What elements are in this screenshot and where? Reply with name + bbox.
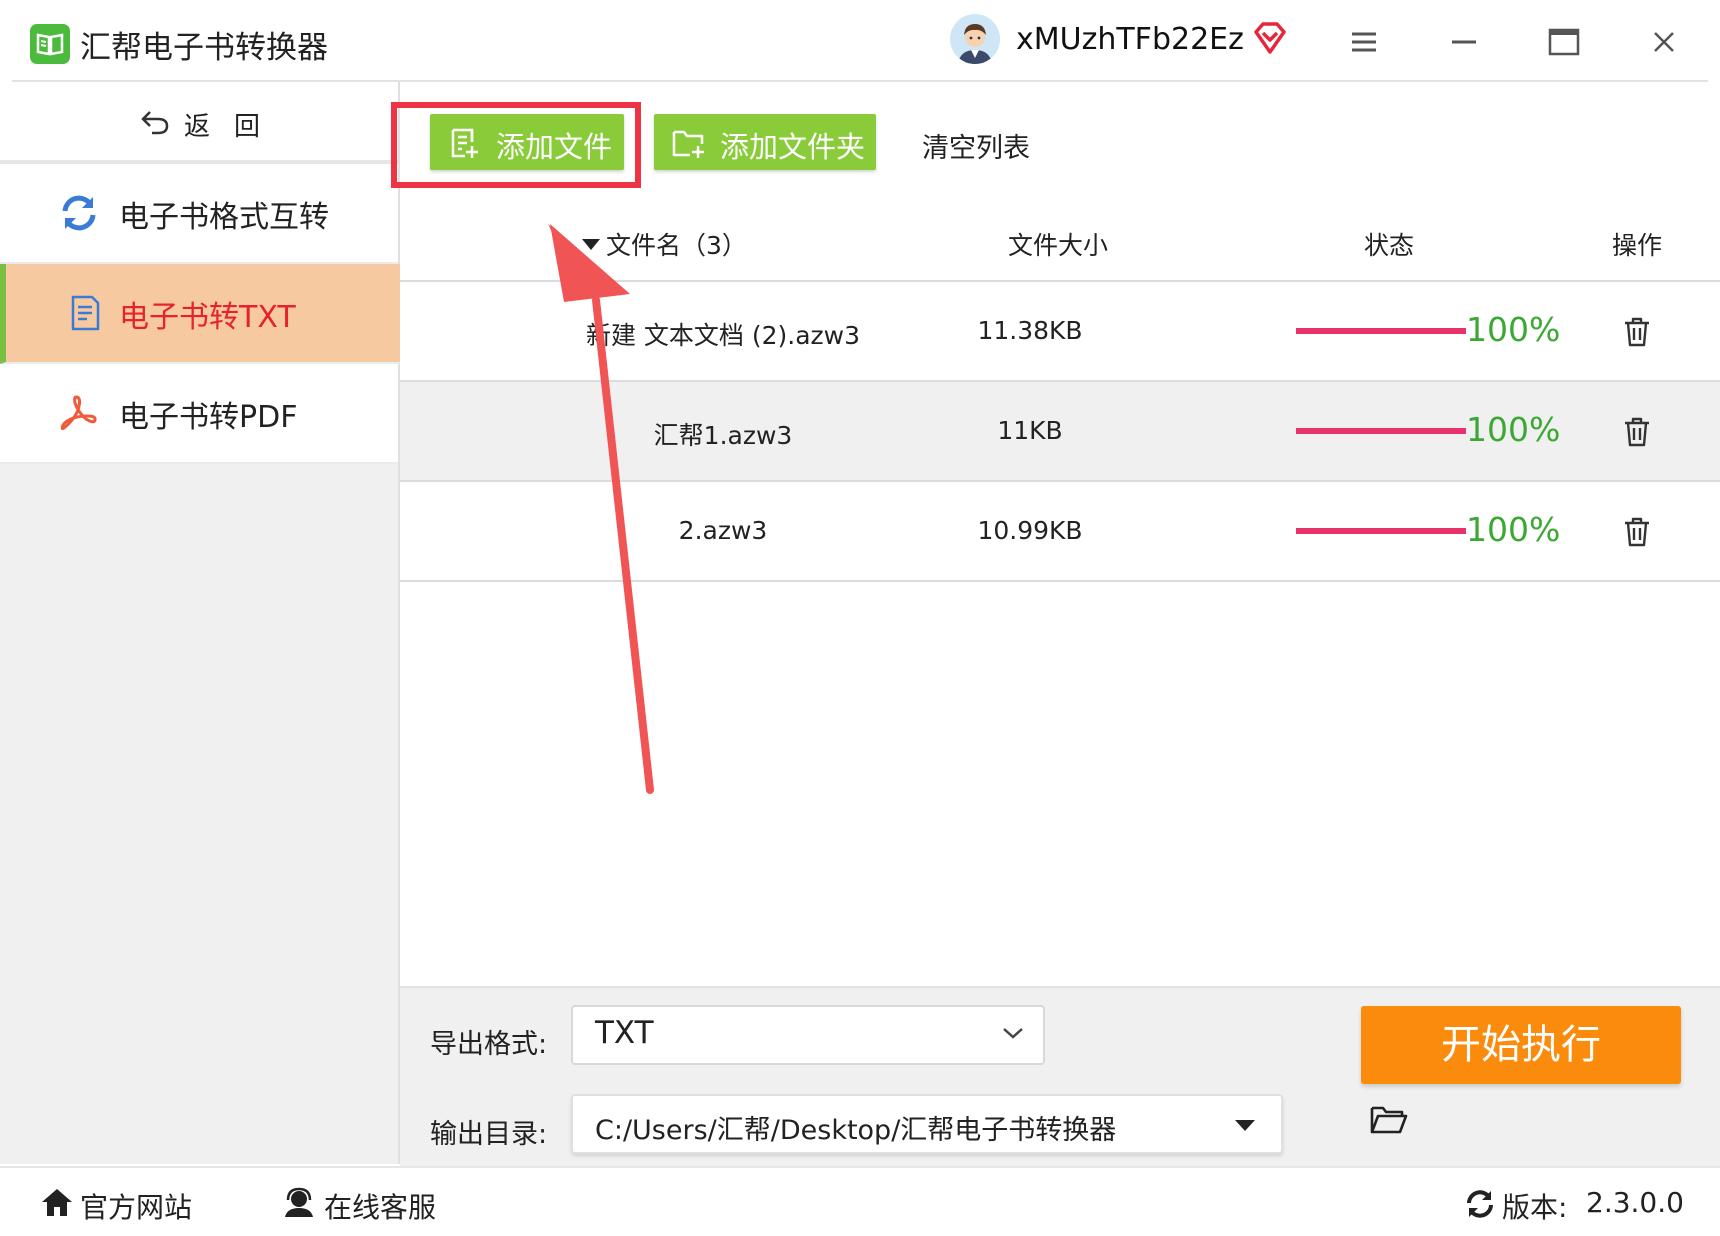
- start-button[interactable]: 开始执行: [1361, 1006, 1681, 1084]
- pdf-icon: [58, 392, 100, 434]
- open-folder-icon[interactable]: [1370, 1104, 1408, 1140]
- vip-diamond-icon[interactable]: [1252, 20, 1288, 60]
- sidebar-item-label: 电子书格式互转: [119, 200, 329, 235]
- file-size: 11KB: [997, 416, 1063, 445]
- caret-down-icon: [1235, 1120, 1255, 1131]
- table-row[interactable]: 2.azw3 10.99KB 100%: [400, 482, 1720, 582]
- add-folder-label: 添加文件夹: [720, 130, 866, 164]
- version-label: 版本:: [1502, 1191, 1568, 1224]
- username[interactable]: xMUzhTFb22Ez: [1016, 22, 1244, 57]
- app-logo-icon: [30, 24, 70, 64]
- column-header-status: 状态: [1364, 231, 1415, 260]
- annotation-highlight-box: [391, 102, 641, 188]
- app-title: 汇帮电子书转换器: [80, 30, 328, 66]
- home-icon[interactable]: [40, 1186, 74, 1222]
- refresh-icon: [58, 192, 100, 234]
- progress-bar: [1296, 328, 1466, 334]
- maximize-icon[interactable]: [1546, 24, 1582, 60]
- output-dir-value: C:/Users/汇帮/Desktop/汇帮电子书转换器: [595, 1115, 1117, 1146]
- minimize-icon[interactable]: [1446, 24, 1482, 60]
- menu-icon[interactable]: [1346, 24, 1382, 60]
- progress-percent: 100%: [1466, 410, 1561, 449]
- close-icon[interactable]: [1646, 24, 1682, 60]
- sidebar: 返回 电子书格式互转 电子书转TXT 电子书转PDF: [0, 82, 404, 1164]
- progress-bar: [1296, 528, 1466, 534]
- table-header: 文件名（3） 文件大小 状态 操作: [400, 210, 1720, 282]
- file-size: 11.38KB: [977, 316, 1083, 345]
- column-header-ops: 操作: [1612, 231, 1663, 260]
- online-service-link[interactable]: 在线客服: [324, 1186, 436, 1226]
- file-name: 新建 文本文档 (2).azw3: [585, 321, 861, 350]
- sidebar-item-ebook-to-pdf[interactable]: 电子书转PDF: [0, 364, 398, 464]
- output-settings-panel: 导出格式: TXT 输出目录: C:/Users/汇帮/Desktop/汇帮电子…: [400, 986, 1720, 1168]
- back-label: 返回: [184, 112, 285, 142]
- add-folder-button[interactable]: 添加文件夹: [654, 114, 876, 170]
- progress-bar: [1296, 428, 1466, 434]
- output-dir-select[interactable]: C:/Users/汇帮/Desktop/汇帮电子书转换器: [571, 1094, 1283, 1154]
- back-button[interactable]: 返回: [0, 82, 398, 164]
- file-name: 汇帮1.azw3: [653, 421, 793, 450]
- table-row[interactable]: 新建 文本文档 (2).azw3 11.38KB 100%: [400, 282, 1720, 382]
- version-value: 2.3.0.0: [1586, 1186, 1684, 1219]
- trash-icon[interactable]: [1622, 516, 1652, 552]
- clear-list-button[interactable]: 清空列表: [922, 126, 1030, 165]
- column-header-name[interactable]: 文件名（3）: [582, 226, 747, 262]
- sidebar-item-ebook-to-txt[interactable]: 电子书转TXT: [0, 264, 404, 364]
- export-format-value: TXT: [595, 1015, 654, 1051]
- table-row[interactable]: 汇帮1.azw3 11KB 100%: [400, 382, 1720, 482]
- document-icon: [64, 292, 106, 334]
- file-size: 10.99KB: [977, 516, 1083, 545]
- customer-service-icon[interactable]: [282, 1186, 316, 1222]
- title-bar: 汇帮电子书转换器 xMUzhTFb22Ez: [0, 0, 1720, 82]
- trash-icon[interactable]: [1622, 416, 1652, 452]
- official-site-link[interactable]: 官方网站: [80, 1186, 192, 1226]
- export-format-label: 导出格式:: [430, 1029, 548, 1060]
- sidebar-item-format-convert[interactable]: 电子书格式互转: [0, 164, 398, 264]
- output-dir-label: 输出目录:: [430, 1119, 548, 1150]
- file-name: 2.azw3: [678, 516, 768, 545]
- sidebar-item-label: 电子书转TXT: [119, 300, 296, 335]
- column-header-name-label: 文件名（3）: [606, 231, 747, 260]
- trash-icon[interactable]: [1622, 316, 1652, 352]
- column-header-size: 文件大小: [1008, 231, 1109, 260]
- progress-percent: 100%: [1466, 310, 1561, 349]
- chevron-down-icon: [1001, 1025, 1025, 1045]
- user-avatar[interactable]: [950, 14, 1000, 64]
- sort-down-icon: [582, 239, 600, 250]
- footer: 官方网站 在线客服 版本: 2.3.0.0: [0, 1166, 1720, 1236]
- progress-percent: 100%: [1466, 510, 1561, 549]
- export-format-select[interactable]: TXT: [571, 1005, 1045, 1065]
- sidebar-item-label: 电子书转PDF: [119, 400, 298, 435]
- update-icon[interactable]: [1464, 1188, 1496, 1224]
